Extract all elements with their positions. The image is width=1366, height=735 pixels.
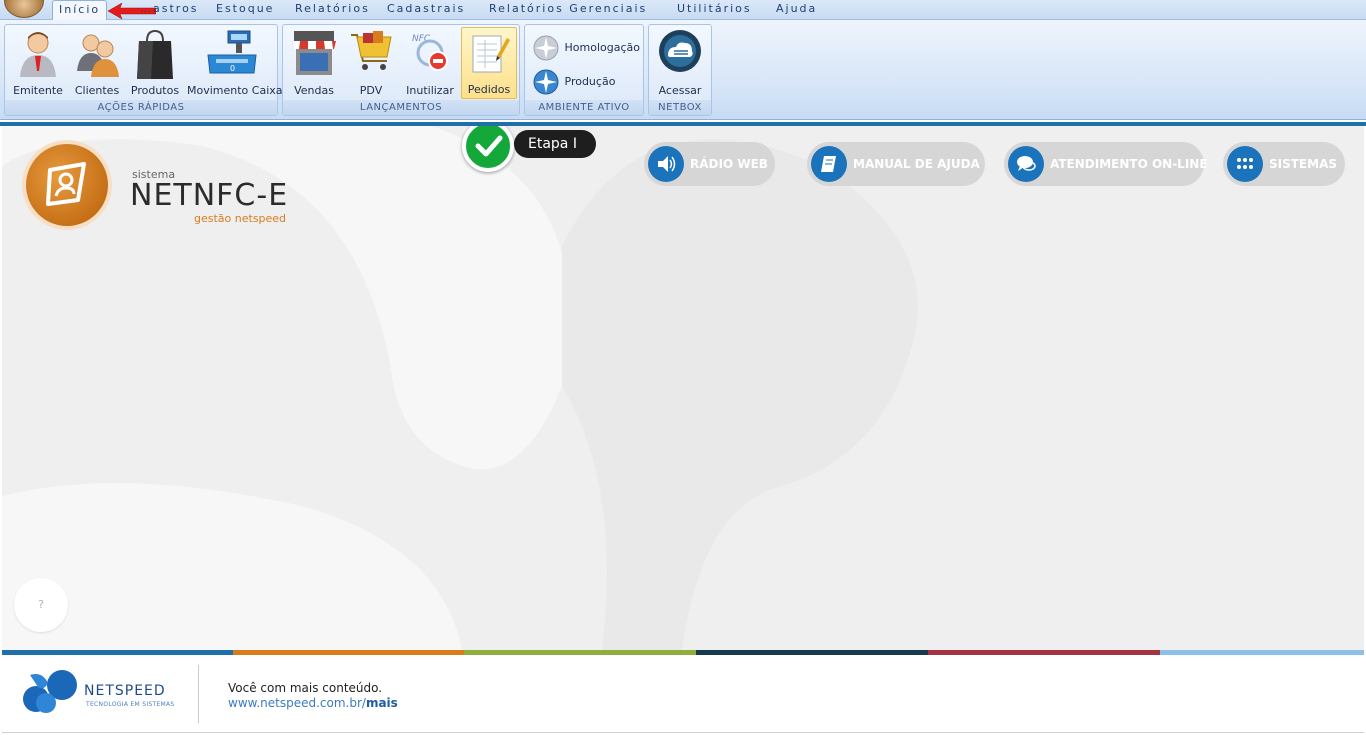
producao-radio-icon: [533, 69, 559, 95]
etapa-callout: Etapa I: [460, 126, 600, 174]
callout-pointer-icon: [477, 126, 501, 130]
main-area: sistema NETNFC-E gestão netspeed Etapa I…: [2, 126, 1364, 650]
footer-text: Você com mais conteúdo.: [228, 681, 383, 695]
group-acoes-rapidas: Emitente Clientes Produtos 0 Movimento C…: [4, 24, 283, 116]
acessar-label: Acessar: [658, 84, 702, 97]
vendas-button[interactable]: Vendas: [285, 27, 343, 99]
shopping-bag-icon: [137, 29, 173, 79]
netbox-caption: NETBOX: [649, 100, 711, 115]
cash-register-icon: 0: [207, 30, 257, 74]
pdv-button[interactable]: PDV: [343, 27, 399, 99]
homologacao-label: Homologação: [564, 41, 640, 54]
brand-name: NETNFC-E: [130, 178, 289, 213]
footer-link-prefix: www.netspeed.com.br/: [228, 696, 366, 710]
etapa-label: Etapa I: [514, 130, 596, 158]
pdv-label: PDV: [359, 84, 383, 97]
svg-text:0: 0: [230, 64, 235, 73]
atendimento-on-line-button[interactable]: ATENDIMENTO ON-LINE: [1004, 142, 1208, 186]
ambiente-ativo-caption: AMBIENTE ATIVO: [525, 100, 643, 115]
produtos-label: Produtos: [130, 84, 180, 97]
footer-divider: [198, 665, 199, 723]
vendas-label: Vendas: [294, 84, 334, 97]
netspeed-logo-icon: [23, 670, 77, 713]
check-mark-icon: [475, 135, 503, 157]
grid-dots-icon: [1227, 146, 1263, 182]
atendimento-on-line-label: ATENDIMENTO ON-LINE: [1050, 157, 1208, 171]
book-icon: [811, 146, 847, 182]
homologacao-radio-icon: [533, 35, 559, 61]
chat-icon: [1008, 146, 1044, 182]
help-button[interactable]: ?: [14, 578, 68, 632]
menu-relatorios[interactable]: Relatórios: [295, 2, 370, 15]
acoes-rapidas-caption: AÇÕES RÁPIDAS: [5, 100, 277, 115]
homologacao-button[interactable]: Homologação: [533, 35, 640, 61]
lancamentos-caption: LANÇAMENTOS: [283, 100, 519, 115]
group-ambiente-ativo: Homologação Produção AMBIENTE ATIVO: [524, 24, 644, 116]
brand-subtitle: gestão netspeed: [194, 212, 287, 225]
footer-link-suffix: mais: [365, 696, 398, 710]
pedidos-button[interactable]: Pedidos: [461, 27, 517, 99]
menu-bar: Início …astros Estoque Relatórios Cadast…: [0, 0, 1366, 21]
app-orb-button[interactable]: [4, 0, 44, 18]
netspeed-name: NETSPEED: [84, 683, 166, 699]
store-icon: [292, 31, 336, 75]
shopping-cart-icon: [351, 31, 392, 70]
inutilizar-label: Inutilizar: [406, 84, 454, 97]
netbox-cloud-icon: [659, 30, 701, 72]
manual-de-ajuda-button[interactable]: MANUAL DE AJUDA: [807, 142, 985, 186]
radio-web-label: RÁDIO WEB: [690, 157, 768, 171]
acessar-button[interactable]: Acessar: [651, 27, 709, 99]
menu-utilitarios[interactable]: Utilitários: [677, 2, 752, 15]
menu-estoque[interactable]: Estoque: [216, 2, 274, 15]
emitente-person-icon: [20, 32, 56, 77]
footer-link[interactable]: www.netspeed.com.br/mais: [228, 696, 398, 710]
emitente-label: Emitente: [13, 84, 63, 97]
netspeed-tagline: TECNOLOGIA EM SISTEMAS: [86, 701, 175, 708]
menu-inicio[interactable]: Início: [52, 0, 108, 21]
movimento-caixa-button[interactable]: 0 Movimento Caixa: [187, 27, 283, 99]
manual-de-ajuda-label: MANUAL DE AJUDA: [853, 157, 980, 171]
menu-cadastrais[interactable]: Cadastrais: [387, 2, 465, 15]
nfc-inutilizar-icon: NFC: [412, 34, 448, 71]
group-lancamentos: Vendas PDV NFC Inutilizar Pedidos LANÇAM…: [282, 24, 520, 116]
producao-button[interactable]: Produção: [533, 69, 615, 95]
menu-ajuda[interactable]: Ajuda: [776, 2, 817, 15]
logo-figure-icon: [46, 162, 86, 206]
radio-web-button[interactable]: RÁDIO WEB: [644, 142, 775, 186]
check-icon: [462, 126, 514, 172]
clientes-people-icon: [77, 34, 119, 77]
pedidos-document-icon: [472, 35, 510, 73]
pedidos-label: Pedidos: [467, 83, 511, 96]
speaker-icon: [648, 146, 684, 182]
menu-relatorios-gerenciais[interactable]: Relatórios Gerenciais: [489, 2, 647, 15]
ribbon: Emitente Clientes Produtos 0 Movimento C…: [0, 20, 1366, 120]
produtos-button[interactable]: Produtos: [125, 27, 185, 99]
sistemas-button[interactable]: SISTEMAS: [1223, 142, 1345, 186]
clientes-label: Clientes: [74, 84, 120, 97]
producao-label: Produção: [564, 75, 616, 88]
inutilizar-button[interactable]: NFC Inutilizar: [401, 27, 459, 99]
movimento-caixa-label: Movimento Caixa: [187, 84, 283, 97]
emitente-button[interactable]: Emitente: [7, 27, 69, 99]
sistemas-label: SISTEMAS: [1269, 157, 1338, 171]
netnfce-logo-icon: [26, 144, 108, 226]
menu-cadastros[interactable]: …astros: [140, 2, 199, 15]
group-netbox: Acessar NETBOX: [648, 24, 712, 116]
footer: NETSPEED TECNOLOGIA EM SISTEMAS Você com…: [2, 655, 1364, 733]
clientes-button[interactable]: Clientes: [69, 27, 125, 99]
